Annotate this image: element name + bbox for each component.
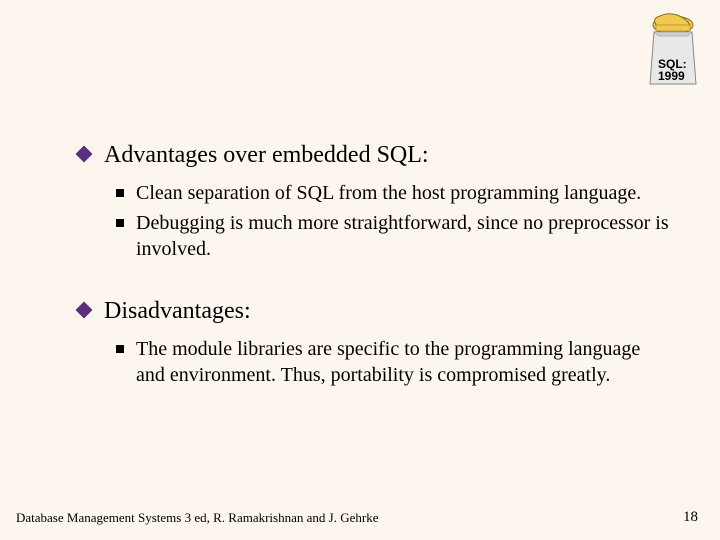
slide-content: Advantages over embedded SQL: Clean sepa… bbox=[78, 140, 670, 416]
list-item: Clean separation of SQL from the host pr… bbox=[116, 180, 670, 206]
diamond-bullet-icon bbox=[76, 146, 93, 163]
advantages-item-0: Clean separation of SQL from the host pr… bbox=[136, 180, 641, 206]
page-number: 18 bbox=[683, 509, 698, 526]
disadvantages-item-0: The module libraries are specific to the… bbox=[136, 336, 670, 388]
list-item: Debugging is much more straightforward, … bbox=[116, 210, 670, 262]
disadvantages-heading-row: Disadvantages: bbox=[78, 296, 670, 326]
disadvantages-heading: Disadvantages: bbox=[104, 296, 251, 326]
square-bullet-icon bbox=[116, 345, 124, 353]
square-bullet-icon bbox=[116, 219, 124, 227]
advantages-list: Clean separation of SQL from the host pr… bbox=[116, 180, 670, 262]
square-bullet-icon bbox=[116, 189, 124, 197]
logo-caption-line2: 1999 bbox=[658, 69, 685, 83]
advantages-item-1: Debugging is much more straightforward, … bbox=[136, 210, 670, 262]
sql-1999-logo: SQL: 1999 bbox=[644, 12, 702, 90]
list-item: The module libraries are specific to the… bbox=[116, 336, 670, 388]
advantages-heading: Advantages over embedded SQL: bbox=[104, 140, 429, 170]
footer-citation: Database Management Systems 3 ed, R. Ram… bbox=[16, 510, 378, 526]
diamond-bullet-icon bbox=[76, 302, 93, 319]
advantages-heading-row: Advantages over embedded SQL: bbox=[78, 140, 670, 170]
disadvantages-list: The module libraries are specific to the… bbox=[116, 336, 670, 388]
